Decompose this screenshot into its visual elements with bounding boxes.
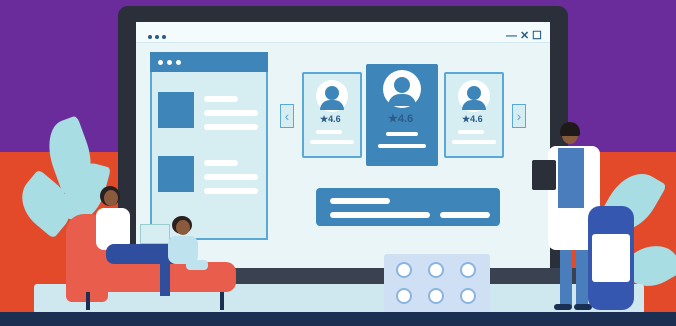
star-icon: ★ bbox=[388, 113, 398, 125]
user-icon bbox=[394, 77, 410, 93]
doctor-leg bbox=[576, 250, 588, 306]
maximize-button[interactable]: ☐ bbox=[532, 30, 542, 42]
list-item-line bbox=[204, 96, 238, 102]
info-line bbox=[330, 212, 430, 218]
clipboard bbox=[532, 160, 556, 190]
close-button[interactable]: ✕ bbox=[520, 30, 529, 42]
chair-leg bbox=[220, 292, 224, 310]
doctor-list-panel bbox=[150, 52, 268, 240]
bottle-label bbox=[592, 234, 630, 282]
woman-face bbox=[104, 190, 118, 206]
window-dot bbox=[148, 35, 152, 39]
rating: ★4.6 bbox=[462, 114, 483, 124]
armchair-seat bbox=[66, 262, 236, 292]
list-item-line bbox=[204, 160, 238, 166]
star-icon: ★ bbox=[320, 114, 329, 124]
list-item-line bbox=[204, 188, 258, 194]
user-icon bbox=[462, 100, 486, 110]
star-icon: ★ bbox=[462, 114, 471, 124]
pill-icon bbox=[396, 288, 412, 304]
card-line bbox=[458, 130, 484, 134]
child-face bbox=[176, 220, 190, 235]
chevron-right-icon[interactable]: › bbox=[512, 104, 526, 128]
doctor-figure bbox=[560, 122, 580, 136]
panel-dot bbox=[176, 60, 181, 65]
pill-icon bbox=[428, 288, 444, 304]
pill-icon bbox=[428, 262, 444, 278]
chair-leg bbox=[86, 292, 90, 310]
info-line bbox=[440, 212, 490, 218]
card-line bbox=[316, 130, 342, 134]
list-item-line bbox=[204, 174, 258, 180]
user-icon bbox=[325, 86, 339, 100]
info-line bbox=[330, 198, 390, 204]
window-dot bbox=[155, 35, 159, 39]
rating: ★4.6 bbox=[388, 113, 414, 125]
minimize-button[interactable]: — bbox=[506, 30, 517, 42]
tablet bbox=[140, 224, 170, 244]
doctor-leg bbox=[560, 250, 572, 306]
user-icon bbox=[467, 86, 481, 100]
panel-dot bbox=[167, 60, 172, 65]
card-line bbox=[452, 140, 496, 144]
window-dot bbox=[162, 35, 166, 39]
card-line bbox=[378, 144, 426, 148]
woman-leg bbox=[160, 256, 170, 296]
list-item-line bbox=[204, 110, 258, 116]
user-icon bbox=[320, 100, 344, 110]
list-item-thumbnail[interactable] bbox=[158, 156, 194, 192]
window-title-bar bbox=[136, 22, 550, 43]
chevron-left-icon[interactable]: ‹ bbox=[280, 104, 294, 128]
pill-icon bbox=[460, 262, 476, 278]
rating: ★4.6 bbox=[320, 114, 341, 124]
card-line bbox=[386, 132, 418, 136]
list-item-line bbox=[204, 124, 258, 130]
pill-icon bbox=[460, 288, 476, 304]
floor bbox=[0, 312, 676, 326]
list-item-thumbnail[interactable] bbox=[158, 92, 194, 128]
pill-icon bbox=[396, 262, 412, 278]
card-line bbox=[310, 140, 354, 144]
child-leg bbox=[186, 260, 208, 270]
panel-dot bbox=[158, 60, 163, 65]
info-bar[interactable] bbox=[316, 188, 500, 226]
doctor-shoe bbox=[554, 304, 572, 310]
doctor-scrubs bbox=[558, 148, 584, 208]
